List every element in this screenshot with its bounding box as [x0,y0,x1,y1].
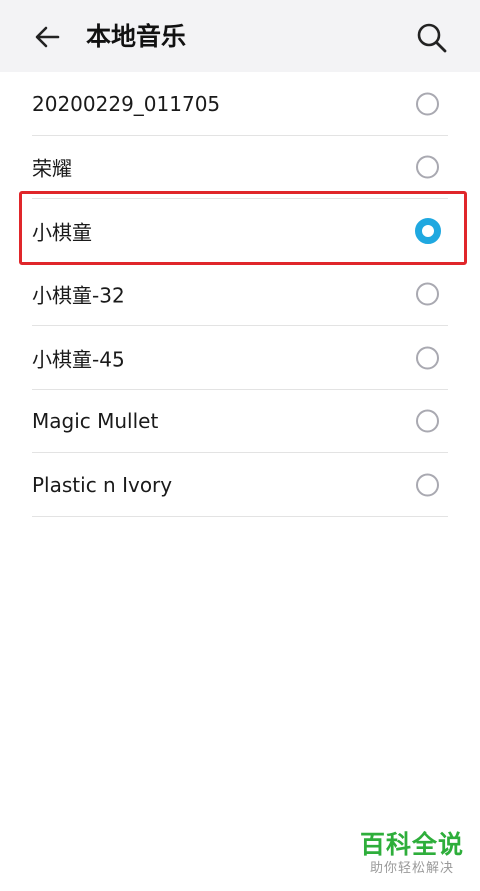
arrow-left-icon [35,26,60,48]
radio-button[interactable] [416,282,439,306]
radio-button[interactable] [416,92,439,116]
radio-button[interactable] [416,409,439,433]
watermark-title: 百科全说 [359,830,464,859]
search-button[interactable] [412,18,452,58]
list-item[interactable]: Magic Mullet [0,390,480,454]
watermark-subtitle: 助你轻松解决 [369,861,454,876]
list-item-label: Plastic n Ivory [32,472,173,497]
list-item[interactable]: 荣耀 [0,136,480,200]
radio-button[interactable] [416,346,439,370]
list-item[interactable]: Plastic n Ivory [0,453,480,517]
search-icon [417,23,447,53]
radio-button[interactable] [416,473,439,497]
list-item-label: 20200229_011705 [32,91,221,116]
list-item-label: 荣耀 [32,156,72,181]
selection-highlight-box [19,191,467,265]
list-item-label: 小棋童-32 [32,283,125,308]
music-list: 20200229_011705 荣耀 小棋童 小棋童-32 小棋童-45 Mag… [0,72,480,517]
list-item[interactable]: 20200229_011705 [0,72,480,136]
list-item[interactable]: 小棋童-32 [0,263,480,327]
list-item-label: Magic Mullet [32,409,159,434]
app-header: 本地音乐 [0,0,480,72]
back-button[interactable] [28,18,68,58]
list-item-label: 小棋童-45 [32,347,125,372]
list-item[interactable]: 小棋童-45 [0,326,480,390]
radio-button[interactable] [416,155,439,179]
watermark-logo: 百科全说 助你轻松解决 [356,830,468,878]
page-title: 本地音乐 [86,22,187,51]
